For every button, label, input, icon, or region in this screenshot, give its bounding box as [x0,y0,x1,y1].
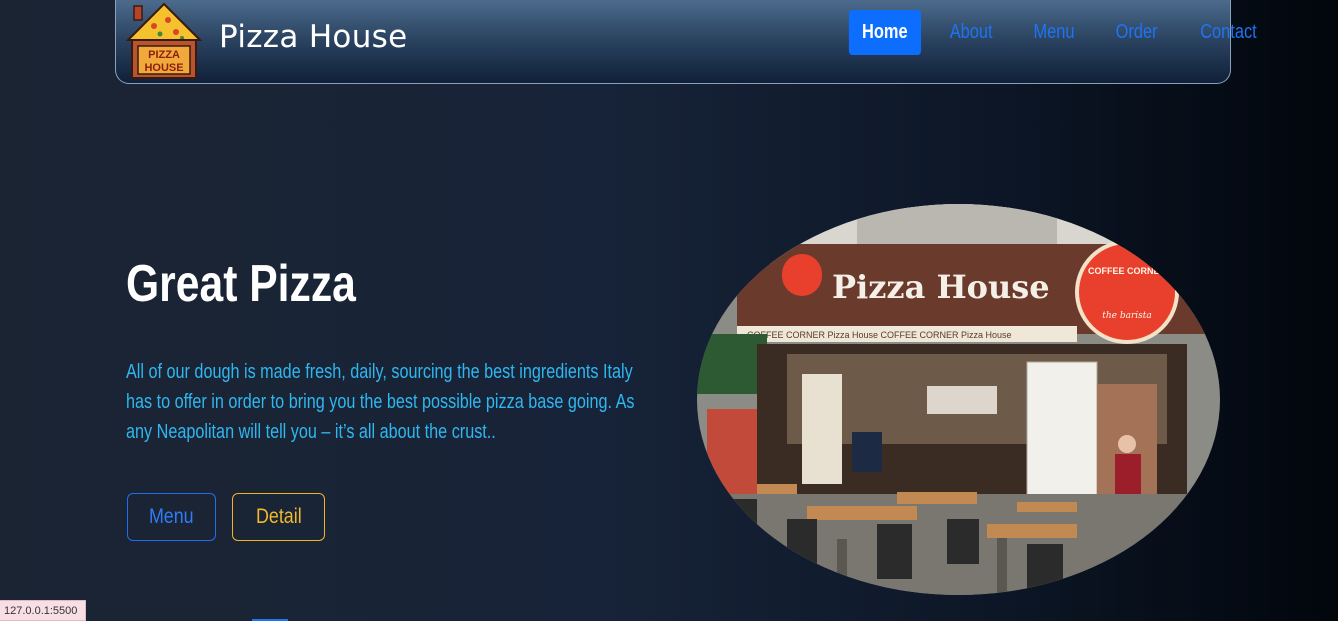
storefront-illustration: Pizza House COFFEE CORNER the barista CO… [697,204,1220,595]
navbar: PIZZA HOUSE Pizza House Home About Menu … [115,0,1257,84]
storefront-sign-text: Pizza House [832,268,1050,306]
menu-button-label: Menu [149,505,194,528]
storefront-photo: Pizza House COFFEE CORNER the barista CO… [697,204,1220,595]
detail-button-label: Detail [255,505,302,528]
nav-item-home[interactable]: Home [848,10,921,55]
hero-title: Great Pizza [126,255,356,313]
nav-item-contact[interactable]: Contact [1187,10,1270,55]
nav-menu: Home About Menu Order Contact [841,10,1279,55]
logo-text-line1: PIZZA [148,49,180,61]
coffee-corner-sign-text: COFFEE CORNER [1088,266,1167,276]
nav-item-menu[interactable]: Menu [1020,10,1087,55]
detail-button[interactable]: Detail [232,493,325,541]
pizza-house-logo[interactable]: PIZZA HOUSE [124,2,204,80]
barista-sign-text: the barista [1102,311,1152,321]
menu-button[interactable]: Menu [127,493,216,541]
hero-description: All of our dough is made fresh, daily, s… [126,361,635,443]
nav-item-order[interactable]: Order [1102,10,1170,55]
status-bar-url: 127.0.0.1:5500 [0,600,86,621]
brand-name[interactable]: Pizza House [219,19,407,55]
awning-text: COFFEE CORNER Pizza House COFFEE CORNER … [747,330,1012,340]
nav-item-about[interactable]: About [936,10,1005,55]
logo-text-line2: HOUSE [144,62,183,74]
